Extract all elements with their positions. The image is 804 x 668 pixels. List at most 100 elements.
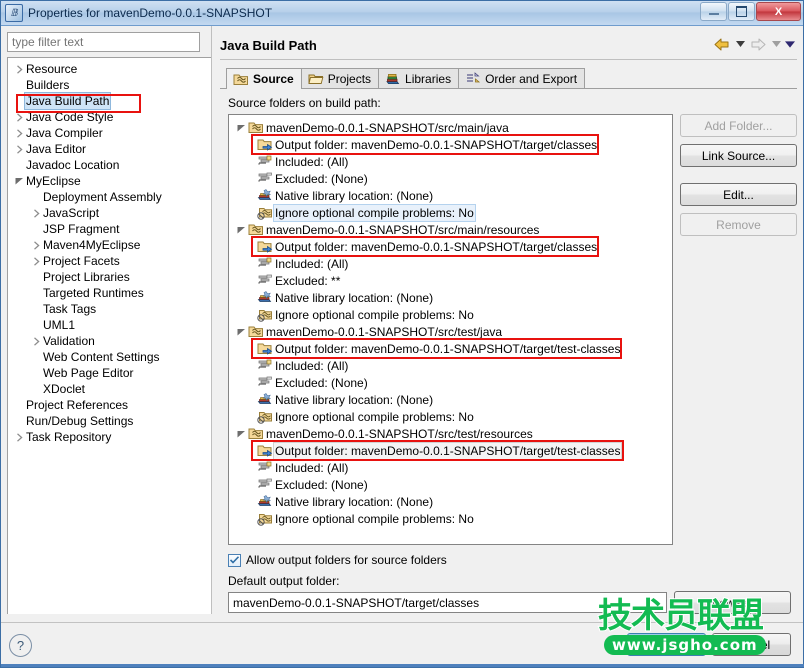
source-attribute-label: Ignore optional compile problems: No [275, 409, 474, 424]
chevron-right-icon[interactable] [12, 112, 26, 122]
link-source-button[interactable]: Link Source... [680, 144, 797, 167]
source-folder-row[interactable]: mavenDemo-0.0.1-SNAPSHOT/src/main/resour… [235, 221, 672, 238]
chevron-down-icon[interactable] [235, 223, 248, 237]
browse-button[interactable]: Browse... [674, 591, 791, 614]
source-attribute-label: Ignore optional compile problems: No [273, 203, 476, 222]
source-attribute-row[interactable]: * Excluded: (None) [235, 170, 672, 187]
sidebar-item-xdoclet[interactable]: XDoclet [8, 381, 211, 397]
svg-text:*: * [258, 469, 261, 475]
chevron-right-icon[interactable] [29, 208, 43, 218]
sidebar-item-java-compiler[interactable]: Java Compiler [8, 125, 211, 141]
sidebar-item-run-debug-settings[interactable]: Run/Debug Settings [8, 413, 211, 429]
edit-button[interactable]: Edit... [680, 183, 797, 206]
chevron-right-icon[interactable] [29, 256, 43, 266]
back-arrow-icon[interactable] [713, 36, 731, 52]
chevron-right-icon[interactable] [12, 144, 26, 154]
minimize-button[interactable] [700, 2, 727, 21]
sidebar-item-myeclipse[interactable]: MyEclipse [8, 173, 211, 189]
sidebar-item-java-build-path[interactable]: Java Build Path [8, 92, 211, 110]
sidebar-item-jsp-fragment[interactable]: JSP Fragment [8, 221, 211, 237]
chevron-right-icon[interactable] [12, 64, 26, 74]
sidebar-item-targeted-runtimes[interactable]: Targeted Runtimes [8, 285, 211, 301]
maximize-button[interactable] [728, 2, 755, 21]
source-attribute-row[interactable]: Ignore optional compile problems: No [235, 408, 672, 425]
sidebar-item-uml1[interactable]: UML1 [8, 317, 211, 333]
sidebar-item-java-editor[interactable]: Java Editor [8, 141, 211, 157]
source-attribute-row[interactable]: Native library location: (None) [235, 391, 672, 408]
allow-output-folders-checkbox[interactable] [228, 553, 241, 567]
sidebar-item-task-tags[interactable]: Task Tags [8, 301, 211, 317]
sidebar-item-task-repository[interactable]: Task Repository [8, 429, 211, 445]
source-attribute-row[interactable]: * Included: (All) [235, 255, 672, 272]
default-output-input[interactable] [228, 592, 667, 613]
sidebar-item-java-code-style[interactable]: Java Code Style [8, 109, 211, 125]
tab-projects[interactable]: Projects [300, 68, 380, 88]
allow-output-folders-row[interactable]: Allow output folders for source folders [228, 553, 791, 567]
source-attribute-row[interactable]: Ignore optional compile problems: No [235, 510, 672, 527]
source-attribute-row[interactable]: * Included: (All) [235, 459, 672, 476]
sidebar-item-label: Maven4MyEclipse [43, 238, 141, 252]
tab-order-and-export[interactable]: Order and Export [458, 68, 586, 88]
source-attribute-label: Excluded: (None) [275, 171, 368, 186]
sidebar-item-javadoc-location[interactable]: Javadoc Location [8, 157, 211, 173]
chevron-down-icon[interactable] [235, 427, 248, 441]
sidebar-item-deployment-assembly[interactable]: Deployment Assembly [8, 189, 211, 205]
sidebar-item-project-references[interactable]: Project References [8, 397, 211, 413]
source-folder-row[interactable]: mavenDemo-0.0.1-SNAPSHOT/src/test/resour… [235, 425, 672, 442]
source-folder-row[interactable]: mavenDemo-0.0.1-SNAPSHOT/src/main/java [235, 119, 672, 136]
svg-text:*: * [258, 180, 261, 186]
dialog-footer: ? OK Cancel [1, 622, 803, 667]
sidebar-item-project-facets[interactable]: Project Facets [8, 253, 211, 269]
window-controls: X [699, 2, 801, 21]
cancel-button[interactable]: Cancel [712, 633, 791, 656]
close-button[interactable]: X [756, 2, 801, 21]
help-question-icon[interactable]: ? [9, 633, 32, 657]
source-attribute-row[interactable]: * Included: (All) [235, 357, 672, 374]
filter-input[interactable] [7, 32, 200, 52]
source-attribute-row[interactable]: * Excluded: ** [235, 272, 672, 289]
sidebar-item-javascript[interactable]: JavaScript [8, 205, 211, 221]
tab-libraries[interactable]: Libraries [378, 68, 460, 88]
window-titlebar[interactable]: 𝔹 Properties for mavenDemo-0.0.1-SNAPSHO… [1, 1, 803, 26]
source-attribute-row[interactable]: Native library location: (None) [235, 289, 672, 306]
source-attribute-row[interactable]: Output folder: mavenDemo-0.0.1-SNAPSHOT/… [235, 238, 672, 255]
libraries-icon [385, 72, 401, 86]
sidebar-item-project-libraries[interactable]: Project Libraries [8, 269, 211, 285]
source-attribute-row[interactable]: * Included: (All) [235, 153, 672, 170]
sidebar-item-resource[interactable]: Resource [8, 61, 211, 77]
sidebar-item-label: Java Build Path [24, 92, 112, 110]
chevron-down-icon[interactable] [235, 325, 248, 339]
source-attribute-row[interactable]: Output folder: mavenDemo-0.0.1-SNAPSHOT/… [235, 136, 672, 153]
sidebar-item-validation[interactable]: Validation [8, 333, 211, 349]
native-library-icon [257, 290, 275, 305]
sidebar-item-maven4myeclipse[interactable]: Maven4MyEclipse [8, 237, 211, 253]
chevron-right-icon[interactable] [29, 240, 43, 250]
svg-text:*: * [258, 486, 261, 492]
chevron-right-icon[interactable] [12, 128, 26, 138]
chevron-down-icon[interactable] [235, 121, 248, 135]
sidebar-item-label: Resource [26, 62, 78, 76]
sidebar-item-label: Project Facets [43, 254, 120, 268]
chevron-down-icon[interactable] [12, 177, 26, 185]
sidebar-item-builders[interactable]: Builders [8, 77, 211, 93]
page-menu-icon[interactable] [785, 37, 795, 51]
sidebar-item-web-content-settings[interactable]: Web Content Settings [8, 349, 211, 365]
source-attribute-label: Ignore optional compile problems: No [275, 307, 474, 322]
source-folder-row[interactable]: mavenDemo-0.0.1-SNAPSHOT/src/test/java [235, 323, 672, 340]
source-attribute-row[interactable]: Output folder: mavenDemo-0.0.1-SNAPSHOT/… [235, 340, 672, 357]
source-folders-list[interactable]: mavenDemo-0.0.1-SNAPSHOT/src/main/java Ou… [228, 114, 673, 545]
chevron-right-icon[interactable] [29, 336, 43, 346]
source-attribute-row[interactable]: * Excluded: (None) [235, 374, 672, 391]
source-attribute-row[interactable]: Native library location: (None) [235, 493, 672, 510]
source-attribute-row[interactable]: * Excluded: (None) [235, 476, 672, 493]
source-attribute-row[interactable]: Ignore optional compile problems: No [235, 306, 672, 323]
tab-source[interactable]: Source [226, 68, 302, 89]
chevron-right-icon[interactable] [12, 432, 26, 442]
source-attribute-row[interactable]: Native library location: (None) [235, 187, 672, 204]
ok-button[interactable]: OK [627, 633, 706, 656]
source-attribute-row[interactable]: Ignore optional compile problems: No [235, 203, 672, 222]
source-attribute-row[interactable]: Output folder: mavenDemo-0.0.1-SNAPSHOT/… [235, 441, 672, 460]
source-folder-icon [248, 222, 266, 237]
sidebar-item-web-page-editor[interactable]: Web Page Editor [8, 365, 211, 381]
back-dropdown-icon[interactable] [735, 37, 745, 51]
